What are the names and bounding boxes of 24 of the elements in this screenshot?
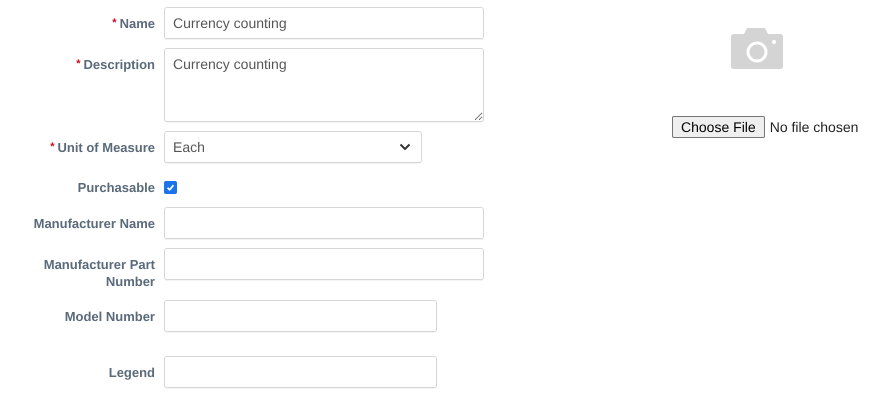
camera-icon [729,26,785,70]
choose-file-button[interactable]: Choose File [672,116,765,138]
field-label: Manufacturer Part Number [44,256,155,290]
input-field[interactable] [164,206,484,239]
checkmark-icon [165,182,176,194]
field-label: Manufacturer Name [34,216,155,231]
field-label: Unit of Measure [57,140,155,155]
file-status: No file chosen [770,119,858,135]
field-label: Description [83,57,155,72]
dropdown[interactable]: Each [164,131,422,163]
chevron-down-icon [399,143,411,151]
field-label: Model Number [64,308,155,324]
text-area[interactable]: Currency counting [164,48,484,122]
field-label: Purchasable [78,180,155,195]
input-field[interactable] [164,248,484,280]
input-field[interactable]: Currency counting [164,7,484,39]
input-field[interactable] [164,300,437,332]
input-field[interactable] [164,356,437,388]
required-mark: * [50,141,54,153]
checkbox[interactable] [164,181,177,194]
field-label: Legend [108,364,155,380]
field-label: Name [120,16,155,31]
required-mark: * [112,17,117,29]
required-mark: * [76,58,80,70]
